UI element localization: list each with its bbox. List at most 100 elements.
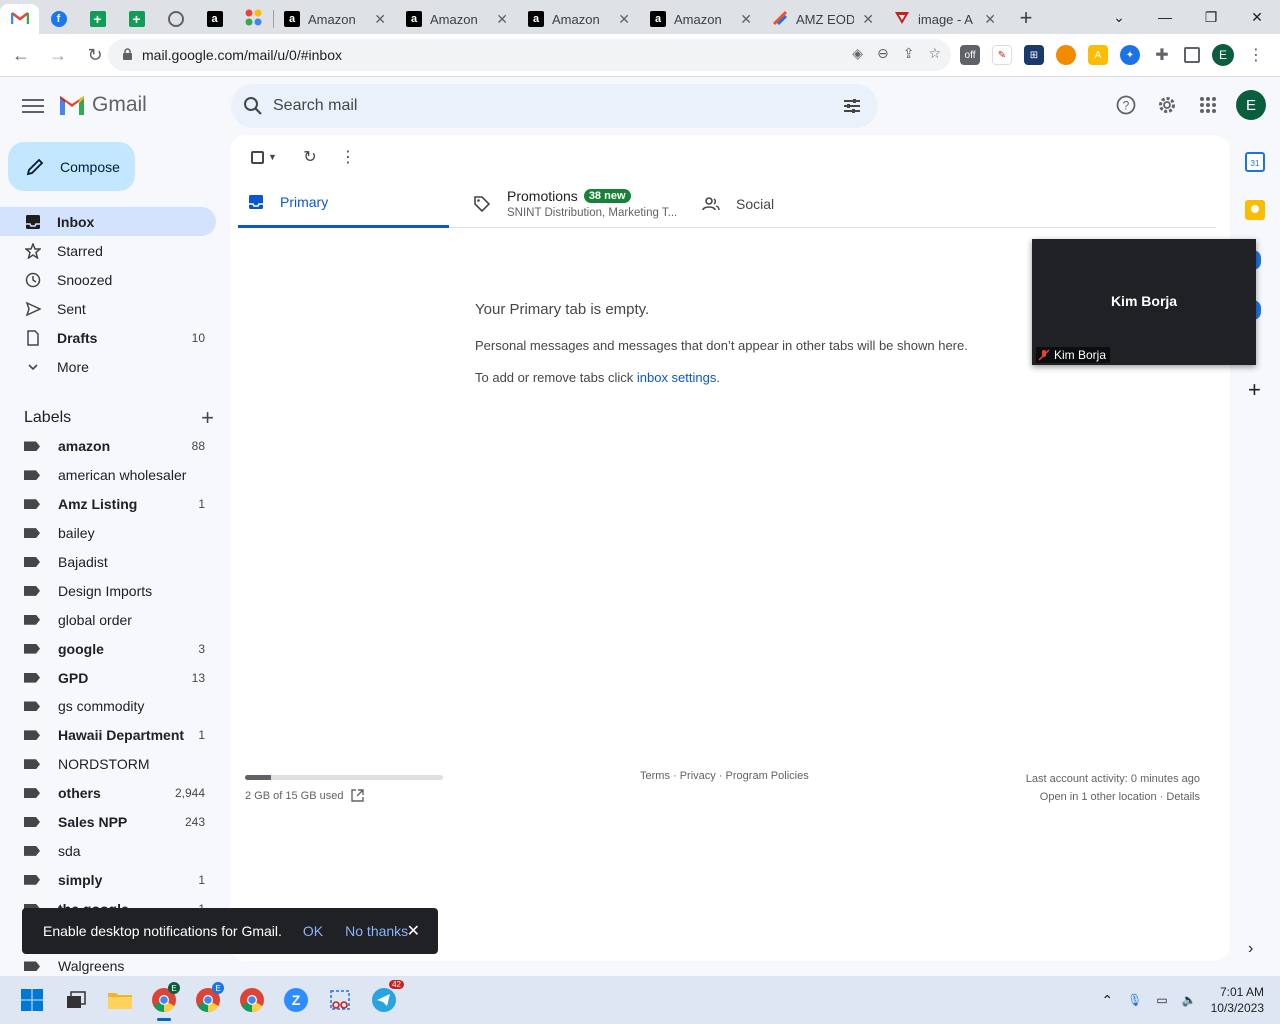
zoom-taskbar[interactable]: Z [274,978,318,1022]
label-item[interactable]: global order [0,605,216,634]
volume-icon[interactable]: 🔈 [1182,993,1197,1007]
search-filters-icon[interactable] [842,96,862,116]
restore-button[interactable]: ❐ [1188,0,1234,34]
tab-amazon-4[interactable]: a Amazon ✕ [640,4,762,34]
chevron-up-icon[interactable]: ⌃ [1101,992,1113,1009]
label-item[interactable]: Design Imports [0,576,216,605]
tab-gmail[interactable] [0,4,39,34]
close-tab-icon[interactable]: ✕ [740,11,752,28]
sidebar-item-drafts[interactable]: Drafts 10 [0,323,216,352]
tab-sheets-1[interactable]: + [78,4,117,34]
compose-button[interactable]: Compose [8,142,135,191]
settings-gear-icon[interactable] [1156,94,1178,116]
tab-facebook[interactable]: f [39,4,78,34]
snackbar-ok-button[interactable]: OK [303,923,323,939]
keep-icon[interactable] [1245,200,1265,220]
refresh-icon[interactable]: ↻ [300,147,320,167]
extension-scout-icon[interactable]: A [1088,45,1108,65]
select-all-checkbox[interactable]: ▼ [246,147,282,167]
snipping-tool-taskbar[interactable] [318,978,362,1022]
telegram-taskbar[interactable]: 42 [362,978,406,1022]
sidebar-item-more[interactable]: More [0,352,216,381]
extension-compass-icon[interactable]: ✦ [1120,45,1140,65]
bookmark-star-icon[interactable]: ☆ [928,45,941,62]
help-icon[interactable]: ? [1115,94,1137,116]
new-tab-button[interactable]: + [1006,4,1046,34]
sidebar-item-inbox[interactable]: Inbox [0,207,216,236]
calendar-icon[interactable]: 31 [1245,152,1265,172]
main-menu-icon[interactable] [22,95,44,117]
omnibox[interactable]: mail.google.com/mail/u/0/#inbox ◈ ⊖ ⇪ ☆ [108,39,951,71]
label-item[interactable]: NORDSTORM [0,750,216,779]
browser-profile-avatar[interactable]: E [1212,44,1234,66]
google-apps-icon[interactable] [1197,94,1219,116]
label-item[interactable]: amazon 88 [0,432,216,461]
sidebar-item-sent[interactable]: Sent [0,294,216,323]
label-item[interactable]: others 2,944 [0,779,216,808]
menu-kebab-icon[interactable]: ⋮ [1246,45,1266,65]
more-options-icon[interactable]: ⋮ [338,147,358,167]
get-addons-plus-icon[interactable]: + [1248,379,1268,401]
close-window-button[interactable]: ✕ [1234,0,1280,34]
search-icon[interactable] [243,96,263,116]
microphone-icon[interactable]: 🎙 [1127,993,1142,1007]
forward-button[interactable]: → [42,39,74,71]
search-input[interactable] [273,97,813,115]
tab-image[interactable]: image - A ✕ [884,4,1006,34]
label-item[interactable]: gs commodity [0,692,216,721]
chrome-taskbar-2[interactable]: E [186,978,230,1022]
tab-amazon-3[interactable]: a Amazon ✕ [518,4,640,34]
close-tab-icon[interactable]: ✕ [618,11,630,28]
gmail-logo[interactable]: Gmail [58,93,147,117]
start-button[interactable] [10,978,54,1022]
chevron-right-icon[interactable]: › [1248,940,1268,960]
reload-button[interactable]: ↻ [79,39,111,71]
label-item[interactable]: google 3 [0,634,216,663]
sidebar-item-snoozed[interactable]: Snoozed [0,265,216,294]
side-panel-icon[interactable] [1184,47,1200,63]
label-item[interactable]: Amz Listing 1 [0,490,216,519]
tab-promotions[interactable]: Promotions 38 new SNINT Distribution, Ma… [473,179,677,228]
tab-amz-eod[interactable]: AMZ EOD ✕ [762,4,884,34]
tab-search-icon[interactable]: ⌄ [1096,0,1142,34]
extension-grid-icon[interactable]: ⊞ [1024,45,1044,65]
open-external-icon[interactable] [351,789,365,802]
close-icon[interactable]: ✕ [407,921,420,941]
network-icon[interactable]: ▭ [1156,993,1167,1007]
account-avatar[interactable]: E [1236,90,1266,120]
label-item[interactable]: Walgreens [0,952,216,976]
inbox-settings-link[interactable]: inbox settings [637,370,717,385]
snackbar-no-thanks-button[interactable]: No thanks [345,923,408,939]
back-button[interactable]: ← [5,39,37,71]
close-tab-icon[interactable]: ✕ [374,11,386,28]
label-item[interactable]: bailey [0,519,216,548]
video-pip[interactable]: Kim Borja Kim Borja [1032,239,1256,365]
eye-icon[interactable]: ◈ [852,45,863,62]
label-item[interactable]: Bajadist [0,548,216,577]
create-label-plus-icon[interactable]: + [201,405,214,431]
label-item[interactable]: simply 1 [0,865,216,894]
extension-circle-icon[interactable] [1056,45,1076,65]
close-tab-icon[interactable]: ✕ [984,11,996,28]
label-item[interactable]: american wholesaler [0,461,216,490]
tab-primary[interactable]: Primary [238,179,449,228]
label-item[interactable]: GPD 13 [0,663,216,692]
zoom-icon[interactable]: ⊖ [877,45,889,62]
file-explorer-button[interactable] [98,978,142,1022]
close-tab-icon[interactable]: ✕ [496,11,508,28]
other-location-details[interactable]: Open in 1 other location · Details [1026,788,1200,806]
chrome-taskbar-3[interactable] [230,978,274,1022]
tab-sheets-2[interactable]: + [117,4,156,34]
label-item[interactable]: sda [0,836,216,865]
task-view-button[interactable] [54,978,98,1022]
tab-amazon-2[interactable]: a Amazon ✕ [396,4,518,34]
extension-off-icon[interactable]: off [960,45,980,65]
tab-apps[interactable] [234,4,273,34]
tab-amazon-pinned[interactable]: a [195,4,234,34]
extensions-puzzle-icon[interactable]: ✚ [1152,45,1172,65]
share-icon[interactable]: ⇪ [903,45,915,62]
tab-social[interactable]: Social [702,179,774,228]
label-item[interactable]: Hawaii Department 1 [0,721,216,750]
policies-links[interactable]: Terms · Privacy · Program Policies [640,770,809,782]
close-tab-icon[interactable]: ✕ [862,11,874,28]
